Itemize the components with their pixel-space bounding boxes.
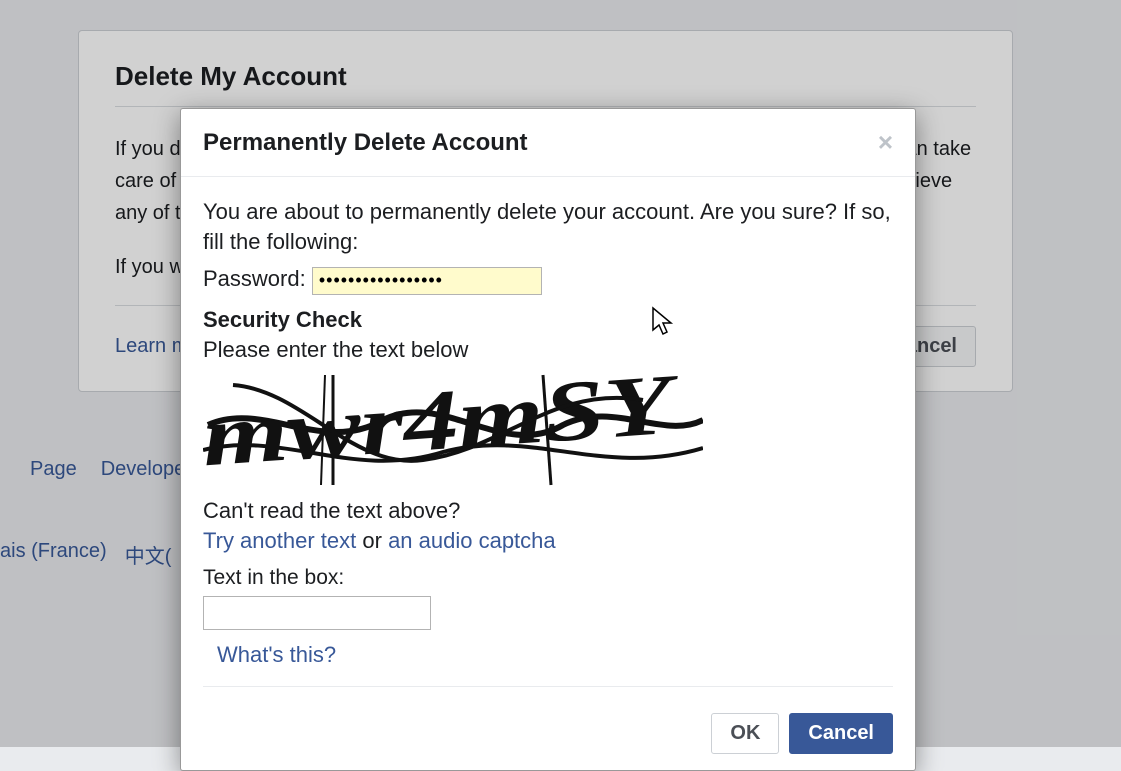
captcha-image: mwr4mSY: [203, 370, 703, 490]
audio-captcha-link[interactable]: an audio captcha: [388, 528, 556, 553]
cancel-button[interactable]: Cancel: [789, 713, 893, 754]
security-check-heading: Security Check: [203, 305, 893, 335]
dialog-divider: [203, 686, 893, 687]
captcha-text-label: Text in the box:: [203, 564, 893, 592]
dialog-title: Permanently Delete Account: [203, 129, 528, 157]
security-instruction: Please enter the text below: [203, 335, 893, 365]
dialog-confirm-text: You are about to permanently delete your…: [203, 197, 893, 256]
try-another-text-link[interactable]: Try another text: [203, 528, 356, 553]
cant-read-text: Can't read the text above?: [203, 498, 460, 523]
password-input[interactable]: [312, 267, 542, 295]
password-label: Password:: [203, 266, 306, 291]
captcha-input[interactable]: [203, 596, 431, 630]
ok-button[interactable]: OK: [711, 713, 779, 754]
close-icon[interactable]: ×: [878, 127, 893, 158]
or-word: or: [362, 528, 382, 553]
delete-confirm-dialog: Permanently Delete Account × You are abo…: [180, 108, 916, 771]
whats-this-link[interactable]: What's this?: [217, 640, 336, 670]
captcha-rendered-text: mwr4mSY: [203, 370, 684, 484]
